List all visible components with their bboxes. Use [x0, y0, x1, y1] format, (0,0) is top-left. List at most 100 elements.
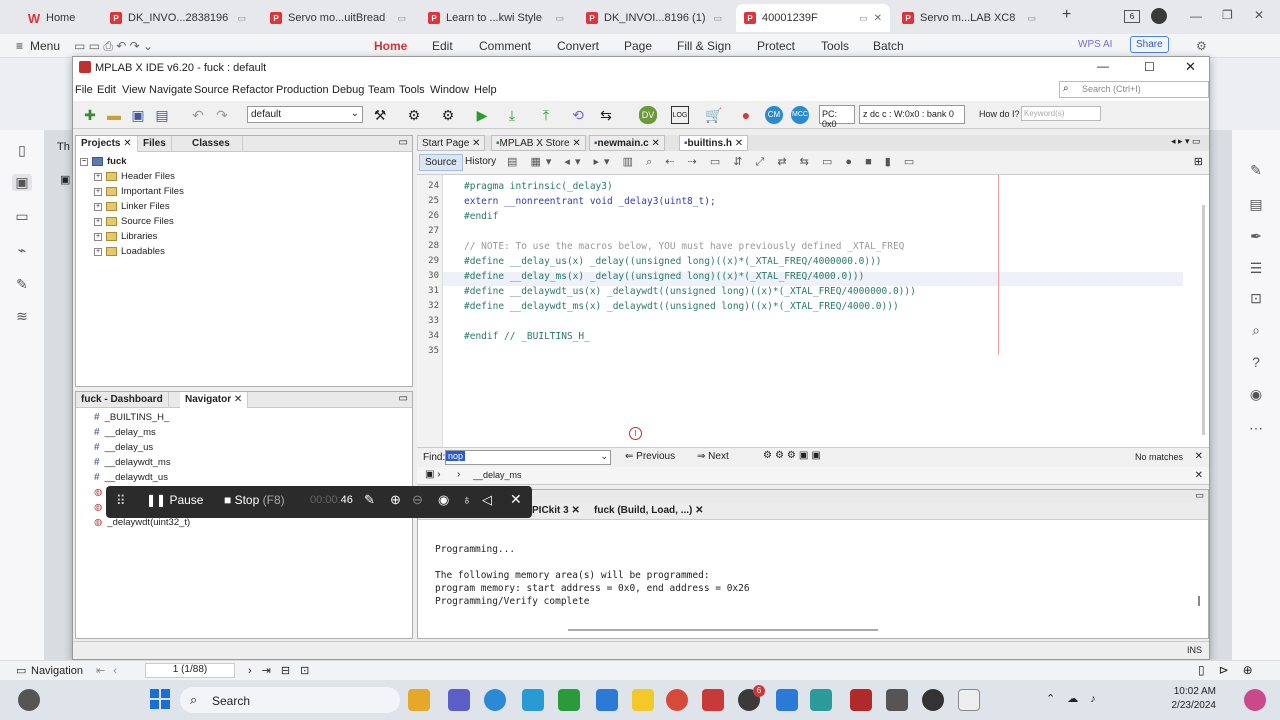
start-icon[interactable]: [150, 689, 170, 709]
close-icon[interactable]: ✕: [510, 491, 522, 508]
expand-icon[interactable]: +: [94, 247, 102, 256]
taskbar-search[interactable]: ⌕ Search: [180, 687, 400, 713]
navigator-item[interactable]: # __delay_us: [94, 442, 153, 453]
minimize-panel-icon[interactable]: ▭: [1195, 490, 1204, 501]
close-project-icon[interactable]: ▤: [153, 106, 171, 124]
collapse-icon[interactable]: −: [80, 157, 88, 166]
minimize-icon[interactable]: —: [1190, 9, 1202, 23]
compress-icon[interactable]: ⊡: [1246, 290, 1266, 307]
tab-files[interactable]: Files: [138, 136, 172, 152]
open-project-icon[interactable]: ▬: [105, 106, 123, 124]
log-icon[interactable]: LOG: [671, 106, 689, 124]
speaker-icon[interactable]: ◁: [482, 492, 492, 508]
hold-reset-icon[interactable]: ⇆: [597, 106, 615, 124]
zoom-in-icon[interactable]: ⊕: [390, 492, 401, 508]
editor-tool-icons[interactable]: ▤ ▦▾ ◂▾ ▸▾ ▥ ⌕ ⇠ ⇢ ▭ ⇵ ⤢ ⇄ ⇆ ▭ ● ■ ▮ ▭: [507, 155, 919, 169]
align-icon[interactable]: ☰: [1246, 260, 1266, 277]
close-breadcrumb-icon[interactable]: ✕: [1195, 470, 1203, 481]
chrome-icon[interactable]: [666, 689, 688, 711]
find-input[interactable]: nop ⌄: [445, 450, 611, 465]
bookmark-icon[interactable]: ▯: [12, 142, 32, 159]
plugin-icon[interactable]: ●: [737, 106, 755, 124]
zoom-out-icon[interactable]: ⊖: [412, 492, 423, 508]
expand-icon[interactable]: +: [94, 217, 102, 226]
horizontal-scrollbar[interactable]: [568, 629, 878, 631]
signature-icon[interactable]: ✎: [12, 276, 32, 293]
menu-debug[interactable]: Debug: [332, 84, 364, 96]
pdf-menu-page[interactable]: Page: [624, 39, 652, 53]
recorder-icon[interactable]: [922, 689, 944, 711]
menu-file[interactable]: File: [75, 84, 93, 96]
tab-source[interactable]: Source: [419, 154, 463, 171]
vertical-scrollbar[interactable]: [1198, 596, 1200, 606]
save-all-icon[interactable]: ▣: [129, 106, 147, 124]
tree-item[interactable]: + Header Files: [94, 171, 175, 182]
microphone-icon[interactable]: ♁: [462, 492, 472, 507]
navigation-label[interactable]: Navigation: [31, 665, 83, 677]
new-project-icon[interactable]: ✚: [81, 106, 99, 124]
minimize-panel-icon[interactable]: ▭: [399, 137, 408, 148]
menu-window[interactable]: Window: [430, 84, 469, 96]
browser-tab[interactable]: P Servo m...LAB XC8 ▭: [894, 4, 1044, 32]
tab-navigator[interactable]: Navigator ✕: [180, 392, 249, 408]
store-icon[interactable]: 🛒: [705, 106, 723, 124]
search-icon[interactable]: ⌕: [1246, 322, 1266, 339]
next-last-page-icons[interactable]: ›⇥⊟⊡: [248, 664, 319, 677]
close-tab-icon[interactable]: ✕: [695, 505, 703, 516]
edge-icon[interactable]: [484, 689, 506, 711]
next-button[interactable]: ⇒ Next: [697, 451, 729, 462]
word-icon[interactable]: [776, 689, 798, 711]
expand-icon[interactable]: +: [94, 232, 102, 241]
data-visualizer-icon[interactable]: DV: [639, 106, 657, 124]
store-icon[interactable]: [522, 689, 544, 711]
configuration-select[interactable]: default ⌄: [247, 106, 363, 123]
cm-icon[interactable]: CM: [765, 106, 783, 124]
attachment-icon[interactable]: ⌁: [12, 242, 32, 259]
pdf-menu-home[interactable]: Home: [374, 39, 407, 53]
menu-navigate[interactable]: Navigate: [149, 84, 192, 96]
expand-icon[interactable]: +: [94, 172, 102, 181]
pen-icon[interactable]: ✒: [1246, 228, 1266, 245]
widgets-icon[interactable]: [18, 689, 40, 711]
tree-item[interactable]: + Loadables: [94, 246, 165, 257]
help-icon[interactable]: ?: [1246, 354, 1266, 370]
page-number-input[interactable]: 1 (1/88): [145, 663, 235, 678]
wps-ai-button[interactable]: WPS AI: [1078, 39, 1112, 50]
navigator-item[interactable]: # __delaywdt_ms: [94, 457, 171, 468]
first-prev-page-icons[interactable]: ⇤‹: [96, 664, 125, 677]
wps-taskbar-icon[interactable]: [702, 689, 724, 711]
navigator-item[interactable]: # __delaywdt_us: [94, 472, 168, 483]
mplab-icon[interactable]: [850, 689, 872, 711]
menu-team[interactable]: Team: [368, 84, 395, 96]
minimize-icon[interactable]: —: [1097, 59, 1109, 73]
breadcrumb-item[interactable]: __delay_ms: [473, 470, 522, 480]
run-icon[interactable]: ▶: [473, 106, 491, 124]
find-option-icons[interactable]: ⚙⚙⚙▣▣: [763, 450, 824, 461]
mcc-icon[interactable]: MCC: [791, 106, 809, 124]
navigator-item[interactable]: # _BUILTINS_H_: [94, 412, 169, 423]
close-icon[interactable]: ✕: [1254, 8, 1264, 22]
pause-button[interactable]: ❚❚ Pause: [146, 493, 203, 507]
new-tab-icon[interactable]: +: [1062, 6, 1071, 24]
tab-history[interactable]: History: [465, 156, 496, 167]
teams-icon[interactable]: [448, 689, 470, 711]
folder-icon[interactable]: [632, 689, 654, 711]
tab-builtins-h[interactable]: ▪builtins.h ✕: [679, 135, 749, 151]
pdf-menu-convert[interactable]: Convert: [557, 39, 599, 53]
browser-tab-active[interactable]: P 40001239F ▭ ✕: [736, 4, 890, 32]
redo-icon[interactable]: ↷: [213, 106, 231, 124]
browser-tab[interactable]: P DK_INVO...2838196 ▭: [102, 4, 254, 32]
build-icon[interactable]: ⚙: [405, 106, 423, 124]
close-tab-icon[interactable]: ✕: [571, 505, 579, 516]
browser-tab[interactable]: P Servo mo...uitBread ▭: [262, 4, 414, 32]
program-device-icon[interactable]: ⤓: [503, 106, 521, 124]
tab-start-page[interactable]: Start Page ✕: [417, 135, 486, 151]
pdf-menu-comment[interactable]: Comment: [479, 39, 531, 53]
project-root[interactable]: − fuck: [80, 156, 127, 167]
tab-projects[interactable]: Projects ✕: [76, 136, 138, 152]
camera-icon[interactable]: ◉: [438, 492, 449, 508]
menu-source[interactable]: Source: [194, 84, 229, 96]
keyword-input[interactable]: Keyword(s): [1021, 106, 1101, 121]
close-tab-icon[interactable]: ✕: [234, 394, 242, 405]
hamburger-icon[interactable]: ≡: [16, 39, 23, 53]
